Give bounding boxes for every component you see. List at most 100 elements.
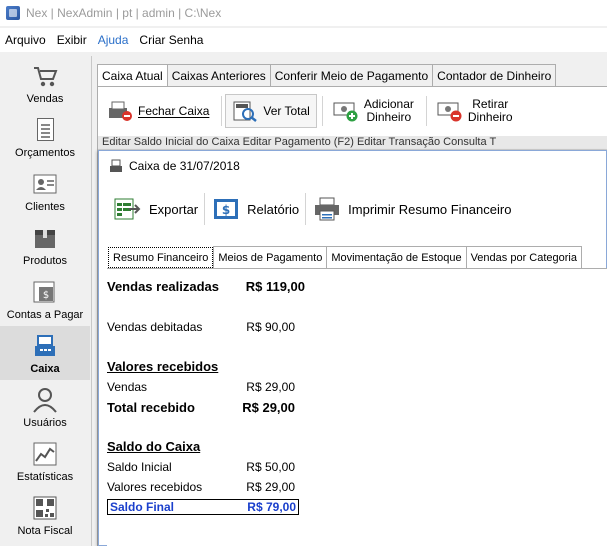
saldo-final-label: Saldo Final [110, 500, 175, 514]
valores-recebidos-label: Valores recebidos [107, 480, 203, 494]
exportar-label: Exportar [149, 201, 199, 217]
ver-total-label: Ver Total [263, 104, 310, 118]
relatorio-label: Relatório [247, 201, 300, 217]
chart-icon [31, 440, 59, 468]
vendas-debitadas-value: R$ 90,00 [246, 320, 295, 334]
dialog-title: Caixa de 31/07/2018 [129, 159, 240, 173]
adicionar-dinheiro-button[interactable]: Adicionar Dinheiro [326, 94, 421, 128]
sidebar-item-label: Caixa [30, 363, 60, 375]
imprimir-resumo-button[interactable]: Imprimir Resumo Financeiro [306, 190, 517, 228]
app-icon [6, 6, 20, 20]
sidebar-item-label: Clientes [25, 201, 65, 213]
sidebar-item-label: Nota Fiscal [17, 525, 73, 537]
valores-recebidos-heading-row: Valores recebidos [107, 359, 305, 374]
tab-vendas-por-categoria[interactable]: Vendas por Categoria [465, 246, 582, 268]
box-icon [31, 224, 59, 252]
svg-text:$: $ [43, 290, 49, 301]
tab-meios-de-pagamento[interactable]: Meios de Pagamento [213, 246, 328, 268]
vendas-row: Vendas R$ 29,00 [107, 380, 295, 394]
menu-exibir[interactable]: Exibir [57, 33, 87, 47]
sidebar-item-produtos[interactable]: Produtos [0, 218, 90, 272]
sidebar-item-label: Orçamentos [15, 147, 75, 159]
tab-movimentacao-estoque[interactable]: Movimentação de Estoque [326, 246, 467, 268]
sidebar-item-caixa[interactable]: Caixa [0, 326, 90, 380]
fechar-caixa-button[interactable]: Fechar Caixa [100, 94, 216, 128]
title-bar: Nex | NexAdmin | pt | admin | C:\Nex [0, 0, 607, 26]
cash-register-icon [109, 159, 123, 173]
sidebar-item-label: Produtos [22, 255, 68, 267]
toolbar-separator [425, 96, 427, 126]
tab-contador-dinheiro[interactable]: Contador de Dinheiro [432, 64, 557, 86]
imprimir-label: Imprimir Resumo Financeiro [348, 201, 512, 217]
calculator-search-icon [232, 100, 258, 122]
tab-conferir-meio-pagamento[interactable]: Conferir Meio de Pagamento [269, 64, 434, 86]
dialog-tabs: Resumo Financeiro Meios de Pagamento Mov… [107, 246, 582, 268]
tab-resumo-financeiro[interactable]: Resumo Financeiro [108, 247, 214, 268]
vendas-debitadas-row: Vendas debitadas R$ 90,00 [107, 320, 295, 334]
saldo-heading-row: Saldo do Caixa [107, 439, 305, 454]
vendas-realizadas-label: Vendas realizadas [107, 279, 220, 294]
sidebar-item-label: Estatísticas [16, 471, 74, 483]
vendas-debitadas-label: Vendas debitadas [107, 320, 203, 334]
adicionar-line2: Dinheiro [366, 110, 412, 124]
saldo-final-value: R$ 79,00 [247, 500, 296, 514]
exportar-button[interactable]: Exportar [107, 190, 204, 228]
sidebar-item-label: Vendas [26, 93, 64, 105]
resumo-financeiro-panel: Vendas realizadas R$ 119,00 Vendas debit… [107, 268, 607, 546]
printer-icon [312, 196, 342, 222]
tab-caixas-anteriores[interactable]: Caixas Anteriores [166, 64, 271, 86]
toolbar-separator [221, 96, 223, 126]
menu-arquivo[interactable]: Arquivo [5, 33, 46, 47]
menu-criar-senha[interactable]: Criar Senha [139, 33, 203, 47]
saldo-inicial-label: Saldo Inicial [107, 460, 172, 474]
vendas-realizadas-value: R$ 119,00 [245, 279, 305, 294]
cart-icon [31, 62, 59, 90]
toolbar-separator [321, 96, 323, 126]
vendas-label: Vendas [107, 380, 148, 394]
cash-register-icon [31, 332, 59, 360]
sidebar-item-contas-a-pagar[interactable]: $ Contas a Pagar [0, 272, 90, 326]
adicionar-dinheiro-label: Adicionar Dinheiro [364, 98, 414, 124]
close-register-icon [107, 100, 133, 122]
main-tabs: Caixa Atual Caixas Anteriores Conferir M… [97, 64, 557, 87]
document-icon [31, 116, 59, 144]
sidebar-item-nota-fiscal[interactable]: Nota Fiscal [0, 488, 90, 542]
bill-icon: $ [31, 278, 59, 306]
sidebar-item-clientes[interactable]: Clientes [0, 164, 90, 218]
relatorio-button[interactable]: $ Relatório [205, 190, 305, 228]
retirar-line1: Retirar [472, 97, 509, 111]
dialog-toolbar: Exportar $ Relatório Imprimir Resumo Fin… [107, 189, 517, 229]
sidebar-item-orcamentos[interactable]: Orçamentos [0, 110, 90, 164]
user-icon [31, 386, 59, 414]
caixa-dialog: Caixa de 31/07/2018 Exportar $ Relatório… [98, 150, 607, 546]
valores-recebidos-value: R$ 29,00 [246, 480, 295, 494]
menu-bar: Arquivo Exibir Ajuda Criar Senha [0, 28, 607, 52]
vendas-realizadas-row: Vendas realizadas R$ 119,00 [107, 279, 305, 294]
sidebar-item-usuarios[interactable]: Usuários [0, 380, 90, 434]
saldo-inicial-row: Saldo Inicial R$ 50,00 [107, 460, 295, 474]
total-recebido-label: Total recebido [107, 400, 195, 415]
window-title: Nex | NexAdmin | pt | admin | C:\Nex [26, 6, 222, 20]
menu-ajuda[interactable]: Ajuda [98, 33, 129, 47]
ver-total-button[interactable]: Ver Total [225, 94, 317, 128]
adicionar-line1: Adicionar [363, 97, 414, 111]
retirar-dinheiro-label: Retirar Dinheiro [468, 98, 513, 124]
vendas-value: R$ 29,00 [246, 380, 295, 394]
saldo-heading: Saldo do Caixa [107, 439, 201, 454]
total-recebido-row: Total recebido R$ 29,00 [107, 400, 295, 415]
valores-recebidos-row: Valores recebidos R$ 29,00 [107, 480, 295, 494]
transaction-subtoolbar: Editar Saldo Inicial do Caixa Editar Pag… [98, 136, 607, 150]
caixa-toolbar: Fechar Caixa Ver Total Adicionar Dinheiro [98, 93, 522, 129]
qr-code-icon [31, 494, 59, 522]
sidebar-item-vendas[interactable]: Vendas [0, 56, 90, 110]
sidebar-item-estatisticas[interactable]: Estatísticas [0, 434, 90, 488]
retirar-line2: Dinheiro [467, 110, 513, 124]
export-spreadsheet-icon [113, 196, 143, 222]
retirar-dinheiro-button[interactable]: Retirar Dinheiro [430, 94, 520, 128]
tab-caixa-atual[interactable]: Caixa Atual [97, 64, 168, 87]
sidebar: Vendas Orçamentos Clientes Produtos $ Co… [0, 56, 90, 546]
add-money-icon [333, 100, 359, 122]
total-recebido-value: R$ 29,00 [242, 400, 295, 415]
remove-money-icon [437, 100, 463, 122]
valores-recebidos-heading: Valores recebidos [107, 359, 219, 374]
